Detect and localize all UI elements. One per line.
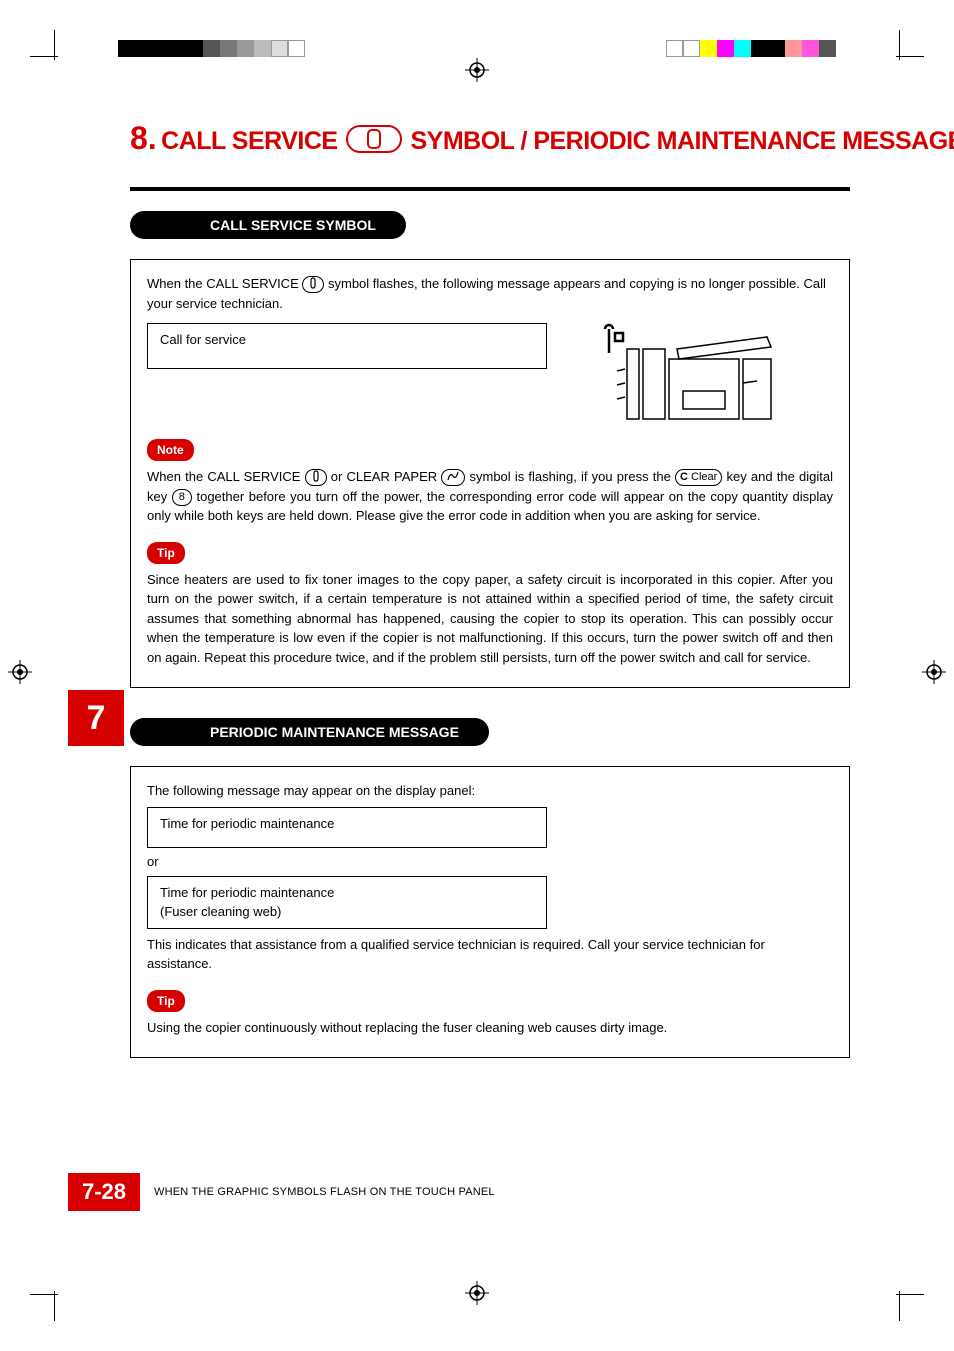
page-number: 7-28 — [68, 1173, 140, 1211]
crop-mark — [896, 56, 924, 57]
tip-text-2: Using the copier continuously without re… — [147, 1018, 833, 1038]
maintenance-box: The following message may appear on the … — [130, 766, 850, 1058]
crop-mark — [899, 1291, 900, 1321]
page-footer: 7-28 WHEN THE GRAPHIC SYMBOLS FLASH ON T… — [68, 1173, 495, 1211]
clear-paper-icon — [441, 469, 465, 486]
chapter-text-2: SYMBOL / PERIODIC MAINTENANCE MESSAGE — [411, 127, 954, 155]
chapter-side-tab: 7 — [68, 690, 124, 746]
service-icon — [305, 469, 327, 486]
tip-label: Tip — [147, 990, 185, 1012]
page-content: 8. CALL SERVICE SYMBOL / PERIODIC MAINTE… — [130, 120, 850, 1088]
crop-mark — [54, 1291, 55, 1321]
chapter-title: 8. CALL SERVICE SYMBOL / PERIODIC MAINTE… — [130, 120, 850, 157]
footer-caption: WHEN THE GRAPHIC SYMBOLS FLASH ON THE TO… — [154, 1186, 495, 1198]
crop-mark — [896, 1294, 924, 1295]
display-message-box: Time for periodic maintenance (Fuser cle… — [147, 876, 547, 929]
color-bar-left — [118, 40, 305, 57]
display-message-box: Call for service — [147, 323, 547, 369]
chapter-number: 8. — [130, 120, 157, 156]
copier-diagram-icon — [567, 319, 787, 429]
crop-mark — [30, 56, 58, 57]
display-message: Call for service — [160, 332, 246, 347]
display-message-line2: (Fuser cleaning web) — [160, 902, 534, 922]
c-clear-key-icon: C Clear — [675, 469, 722, 486]
chapter-text-1: CALL SERVICE — [161, 127, 337, 155]
crop-mark — [30, 1294, 58, 1295]
note-label: Note — [147, 439, 194, 461]
call-service-box: When the CALL SERVICE symbol flashes, th… — [130, 259, 850, 688]
register-target-bottom-icon — [465, 1281, 489, 1305]
tip-text: Since heaters are used to fix toner imag… — [147, 570, 833, 668]
color-bar-right — [666, 40, 836, 57]
register-target-right-icon — [922, 660, 946, 684]
section-heading-call-service: CALL SERVICE SYMBOL — [130, 211, 406, 239]
intro-text: When the CALL SERVICE symbol flashes, th… — [147, 274, 833, 313]
maint-intro: The following message may appear on the … — [147, 781, 833, 801]
title-rule — [130, 187, 850, 191]
service-symbol-icon — [346, 125, 402, 153]
register-target-icon — [465, 58, 489, 82]
note-text: When the CALL SERVICE or CLEAR PAPER sym… — [147, 467, 833, 526]
or-text: or — [147, 852, 833, 872]
section-heading-maintenance: PERIODIC MAINTENANCE MESSAGE — [130, 718, 489, 746]
tip-label: Tip — [147, 542, 185, 564]
service-icon — [302, 276, 324, 293]
display-message-line1: Time for periodic maintenance — [160, 883, 534, 903]
display-message: Time for periodic maintenance — [160, 816, 334, 831]
assist-text: This indicates that assistance from a qu… — [147, 935, 833, 974]
digit-8-key-icon: 8 — [172, 489, 192, 506]
register-target-left-icon — [8, 660, 32, 684]
print-registration-marks — [0, 40, 954, 80]
display-message-box: Time for periodic maintenance — [147, 807, 547, 849]
